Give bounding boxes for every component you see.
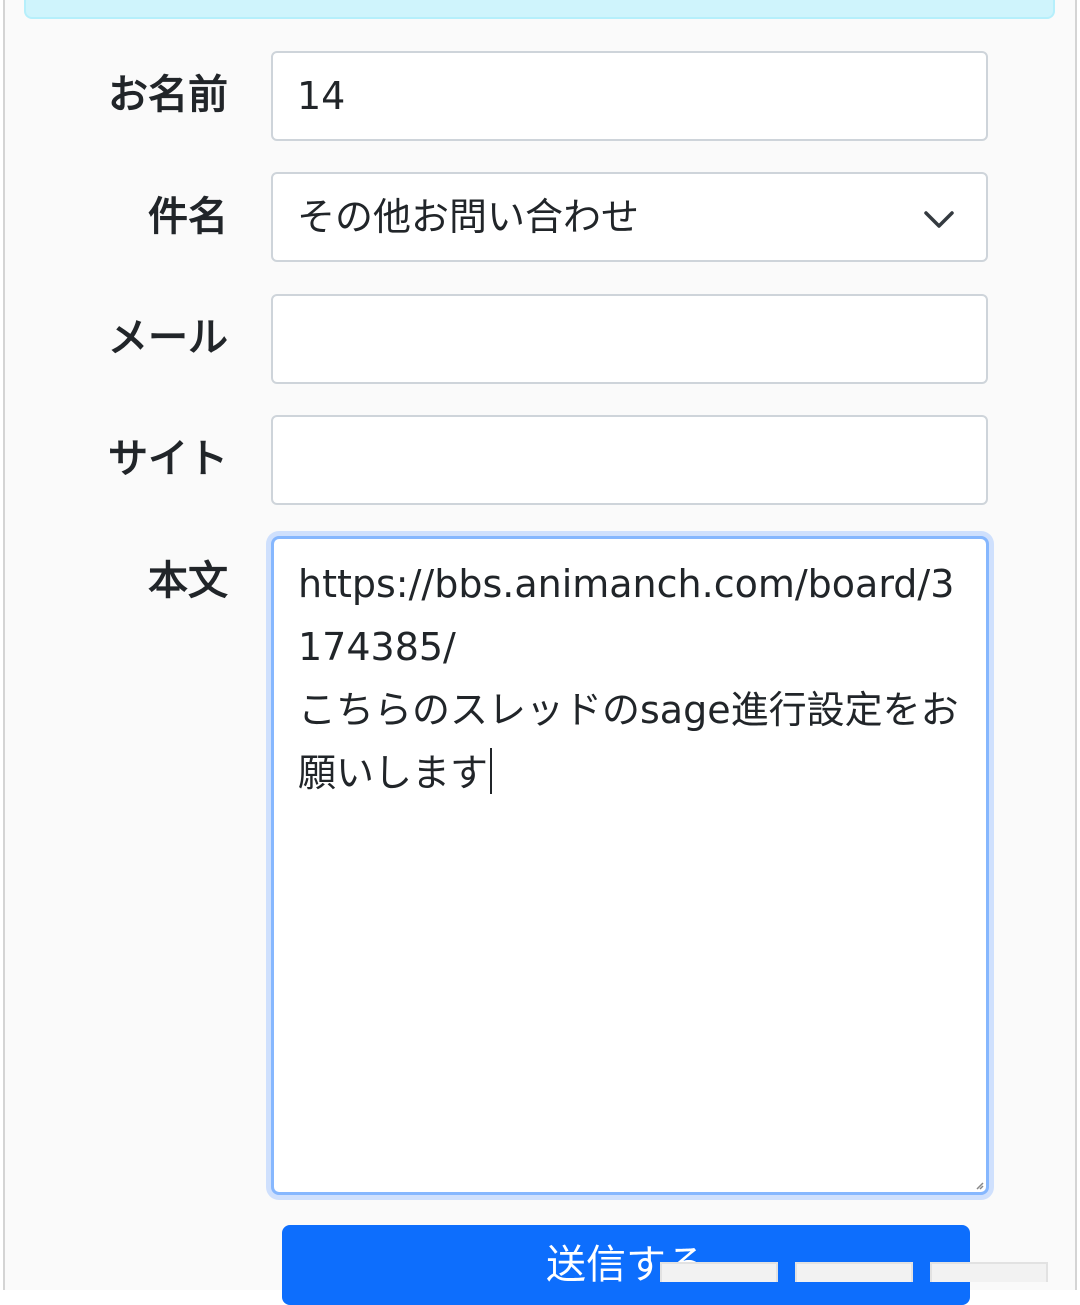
body-label: 本文 — [148, 558, 228, 604]
keyboard-key — [660, 1262, 778, 1282]
email-input[interactable] — [271, 294, 988, 384]
subject-select[interactable]: その他お問い合わせ — [271, 172, 988, 262]
name-label: お名前 — [108, 72, 228, 118]
body-text: https://bbs.animanch.com/board/3174385/ … — [298, 562, 959, 795]
chevron-down-icon — [924, 211, 954, 228]
subject-select-value: その他お問い合わせ — [297, 195, 640, 239]
subject-label: 件名 — [148, 194, 228, 240]
site-input[interactable] — [271, 415, 988, 505]
resize-grip-icon[interactable] — [974, 1180, 984, 1190]
site-label: サイト — [108, 436, 228, 482]
keyboard-key — [930, 1262, 1048, 1282]
body-textarea[interactable]: https://bbs.animanch.com/board/3174385/ … — [271, 536, 989, 1195]
keyboard-key — [795, 1262, 913, 1282]
email-label: メール — [108, 315, 228, 361]
info-alert — [24, 0, 1055, 19]
name-input[interactable]: 14 — [271, 51, 988, 141]
text-caret — [490, 748, 493, 794]
